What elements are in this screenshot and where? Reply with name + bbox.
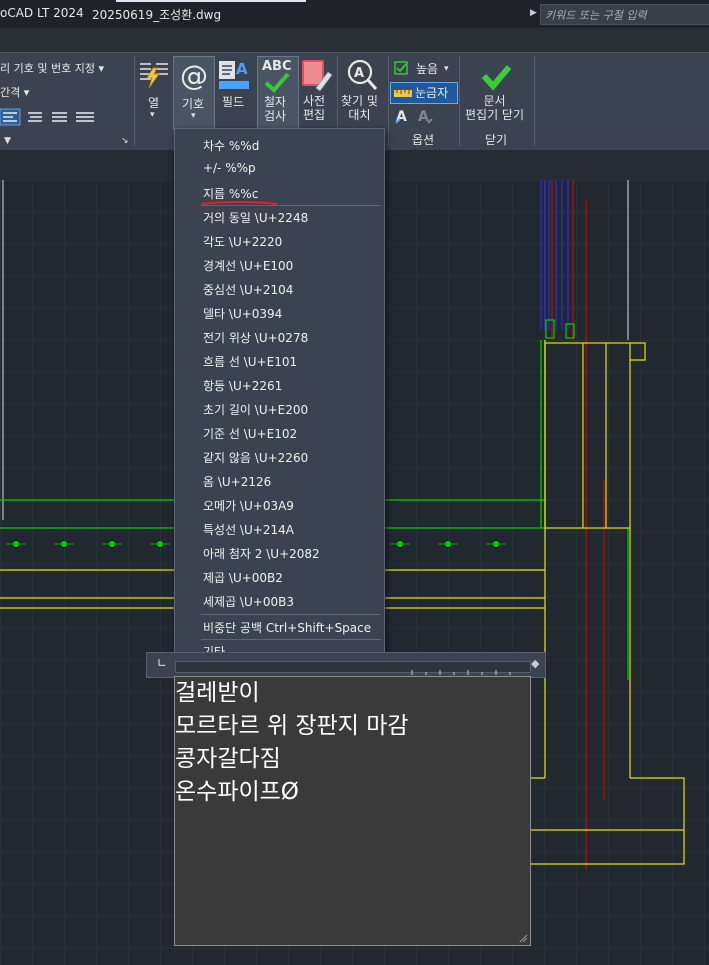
find-replace-button[interactable]: A 찾기 및 대치	[340, 58, 386, 126]
checkbox-icon	[394, 61, 408, 75]
search-input[interactable]: 키워드 또는 구절 입력	[540, 4, 709, 25]
undo-redo-icons[interactable]: A A	[394, 106, 438, 126]
tab-type-icon[interactable]: ∟	[157, 656, 167, 670]
ribbon-separator	[459, 56, 460, 146]
menu-item-electrical-phase[interactable]: 전기 위상 \U+0278	[203, 329, 308, 346]
spell-check-button[interactable]: ABC 철자 검사	[257, 56, 299, 130]
column-button[interactable]: 열 ▾	[137, 58, 171, 124]
ribbon-separator	[134, 56, 135, 146]
ribbon-tabs-strip	[0, 28, 709, 52]
close-text-editor-button[interactable]: 문서 편집기 닫기	[464, 60, 530, 124]
menu-separator	[201, 614, 381, 615]
menu-item-not-equal[interactable]: 같지 않음 \U+2260	[203, 449, 308, 466]
ruler-width-handle-icon[interactable]: ◆	[531, 657, 539, 670]
menu-item-almost-equal[interactable]: 거의 동일 \U+2248	[203, 209, 308, 226]
text-line[interactable]: 걸레받이	[175, 680, 260, 706]
options-panel-label: 옵션	[412, 133, 435, 147]
options-height-toggle[interactable]: 높음 ▾	[394, 60, 454, 78]
resize-grip-icon[interactable]	[518, 933, 528, 943]
field-label: 필드	[222, 95, 245, 109]
menu-item-ohm[interactable]: 옴 \U+2126	[203, 473, 271, 490]
svg-text:A: A	[418, 109, 429, 125]
close-editor-check-icon	[481, 65, 512, 91]
panel-launcher-icon[interactable]: ↘	[121, 136, 129, 146]
dictionary-icon	[302, 60, 333, 92]
field-icon: A	[219, 60, 249, 89]
search-placeholder: 키워드 또는 구절 입력	[545, 9, 647, 22]
menu-item-boundary-line[interactable]: 경계선 \U+E100	[203, 257, 293, 274]
menu-item-squared[interactable]: 제곱 \U+00B2	[203, 569, 283, 586]
column-label: 열	[148, 96, 160, 110]
dictionary-label: 사전 편집	[303, 94, 326, 122]
menu-separator	[201, 205, 381, 206]
menu-item-non-breaking-space[interactable]: 비중단 공백 Ctrl+Shift+Space	[203, 619, 371, 636]
menu-item-subscript-2[interactable]: 아래 첨자 2 \U+2082	[203, 545, 320, 562]
close-editor-label: 문서 편집기 닫기	[465, 94, 525, 122]
ribbon-separator	[534, 56, 535, 146]
symbol-menu: 차수 %%d +/- %%p 지름 %%c 거의 동일 \U+2248 각도 \…	[174, 128, 385, 666]
mtext-ruler[interactable]: ∟ ◆	[146, 652, 546, 678]
ribbon-separator	[388, 56, 389, 146]
ruler-toggle-button[interactable]: 눈금자	[390, 82, 458, 104]
align-buttons	[0, 107, 100, 127]
line-spacing-dropdown[interactable]: 간격 ▾	[0, 86, 29, 100]
height-dropdown-icon: ▾	[444, 64, 449, 74]
menu-item-plus-minus[interactable]: +/- %%p	[203, 161, 256, 175]
spell-check-icon	[264, 72, 290, 93]
svg-text:A: A	[236, 60, 248, 78]
find-replace-icon: A	[347, 59, 378, 90]
ruler-bar[interactable]	[175, 661, 531, 675]
menu-item-center-line[interactable]: 중심선 \U+2104	[203, 281, 293, 298]
menu-item-monument-line[interactable]: 기준 선 \U+E102	[203, 425, 297, 442]
menu-separator	[201, 639, 381, 640]
menu-item-omega[interactable]: 오메가 \U+03A9	[203, 497, 294, 514]
menu-item-initial-length[interactable]: 초기 길이 \U+E200	[203, 401, 308, 418]
field-button[interactable]: A 필드	[216, 58, 254, 118]
text-line[interactable]: 모르타르 위 장판지 마감	[175, 713, 409, 739]
find-replace-label: 찾기 및 대치	[341, 94, 378, 122]
active-tab-indicator	[116, 0, 306, 2]
column-dropdown-icon: ▾	[150, 110, 155, 120]
numbering-dropdown[interactable]: 리 기호 및 번호 지정 ▾	[0, 62, 104, 76]
text-undo-redo-icon: A A	[395, 109, 433, 125]
edit-dictionary-button[interactable]: 사전 편집	[298, 58, 334, 126]
document-tab[interactable]: 20250619_조성환.dwg	[92, 6, 221, 23]
menu-item-degree[interactable]: 차수 %%d	[203, 137, 259, 154]
height-label: 높음	[416, 62, 439, 76]
menu-item-delta[interactable]: 델타 \U+0394	[203, 305, 282, 322]
ruler-icon	[394, 90, 412, 97]
text-line[interactable]: 온수파이프Ø	[175, 779, 299, 805]
search-expand-icon[interactable]: ▶	[530, 8, 537, 18]
title-bar: oCAD LT 2024 20250619_조성환.dwg ▶ 키워드 또는 구…	[0, 0, 709, 28]
symbol-label: 기호	[182, 97, 205, 111]
menu-item-cubed[interactable]: 세제곱 \U+00B3	[203, 593, 294, 610]
column-icon	[140, 63, 168, 89]
svg-text:A: A	[354, 66, 364, 81]
ruler-label: 눈금자	[415, 86, 449, 100]
menu-item-property-line[interactable]: 특성선 \U+214A	[203, 521, 294, 538]
menu-item-flow-line[interactable]: 흐름 선 \U+E101	[203, 353, 297, 370]
at-symbol-icon: @	[180, 59, 208, 92]
align-icons[interactable]	[0, 107, 100, 127]
text-line[interactable]: 콩자갈다짐	[175, 746, 281, 772]
spell-check-label: 철자 검사	[264, 95, 287, 123]
mtext-editor[interactable]: 걸레받이 모르타르 위 장판지 마감 콩자갈다짐 온수파이프Ø	[174, 676, 531, 946]
symbol-dropdown-icon: ▾	[191, 111, 196, 121]
menu-item-angle[interactable]: 각도 \U+2220	[203, 233, 282, 250]
symbol-button[interactable]: @ 기호 ▾	[173, 56, 215, 130]
app-title: oCAD LT 2024	[0, 6, 84, 20]
close-panel-label: 닫기	[485, 133, 508, 147]
menu-item-identity[interactable]: 항등 \U+2261	[203, 377, 282, 394]
panel-dropdown-icon[interactable]: ▼	[4, 136, 11, 146]
